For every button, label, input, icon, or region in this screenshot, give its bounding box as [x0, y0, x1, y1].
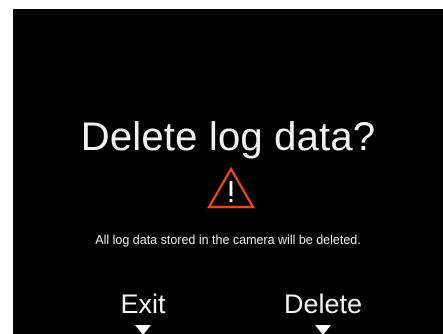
delete-button[interactable]: Delete	[263, 289, 383, 334]
warning-triangle-icon	[206, 166, 256, 210]
exit-label: Exit	[120, 289, 166, 319]
down-arrow-icon	[135, 325, 151, 334]
dialog-title: Delete log data?	[80, 115, 376, 159]
down-arrow-icon	[315, 325, 331, 334]
dialog-message: All log data stored in the camera will b…	[95, 233, 361, 247]
delete-label: Delete	[283, 289, 363, 319]
camera-screen: Delete log data? All log data stored in …	[13, 9, 443, 334]
exit-button[interactable]: Exit	[83, 289, 203, 334]
